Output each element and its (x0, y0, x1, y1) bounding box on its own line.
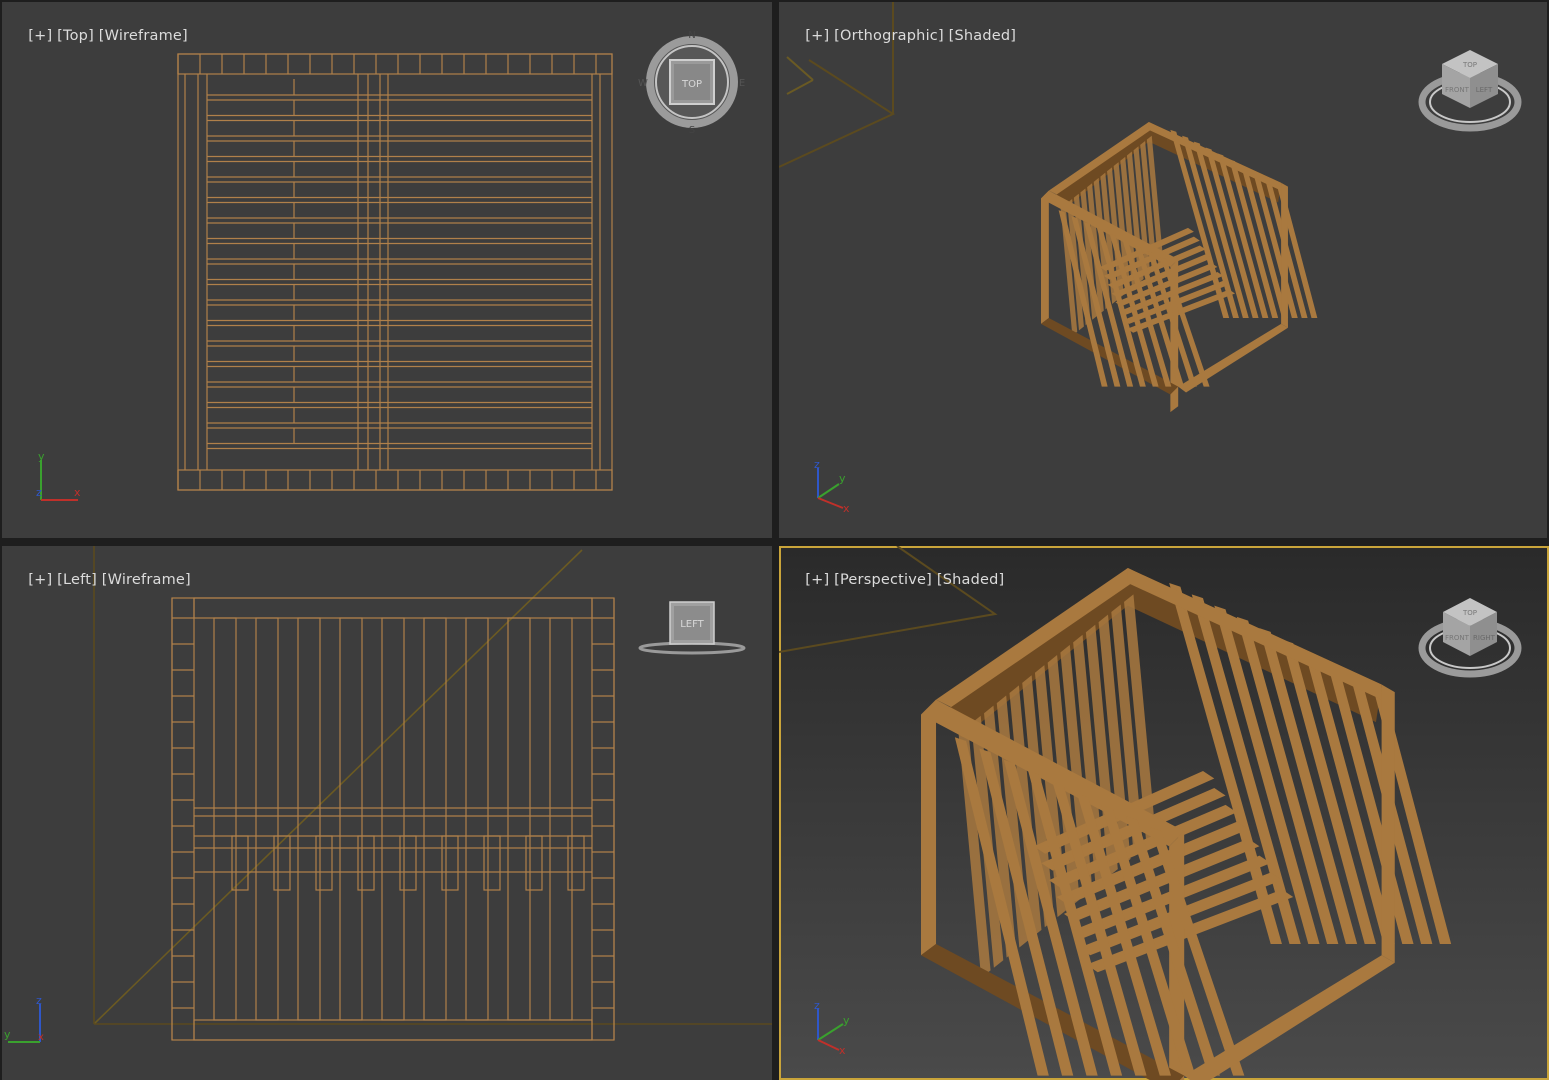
svg-text:FRONT: FRONT (1445, 634, 1470, 642)
svg-text:x: x (74, 486, 81, 499)
viewcube-icon[interactable]: TOP N S W E (634, 28, 754, 138)
svg-text:N: N (688, 30, 695, 41)
svg-text:z: z (814, 1000, 820, 1012)
svg-text:z: z (814, 458, 820, 471)
viewcube-icon[interactable]: TOP FRONT LEFT (1415, 42, 1525, 142)
view-type-button[interactable]: [Left] (57, 572, 97, 588)
svg-text:z: z (36, 486, 42, 499)
axis-tripod-icon: y z x (36, 450, 81, 501)
viewcube-face-label: LEFT (680, 619, 704, 630)
viewport-menu-button[interactable]: [+] (28, 28, 52, 44)
svg-text:x: x (843, 502, 850, 515)
svg-text:LEFT: LEFT (1476, 86, 1493, 94)
shading-mode-button[interactable]: [Shaded] (937, 572, 1005, 588)
viewport-perspective[interactable]: [+] [Perspective] [Shaded] TOP FRONT RIG… (779, 546, 1549, 1080)
axis-tripod-icon: z y x (814, 458, 850, 515)
viewport-label-left: [+] [Left] [Wireframe] (9, 556, 191, 604)
viewport-menu-button[interactable]: [+] (805, 28, 829, 44)
view-type-button[interactable]: [Perspective] (834, 572, 932, 588)
shading-mode-button[interactable]: [Wireframe] (102, 572, 191, 588)
shading-mode-button[interactable]: [Shaded] (949, 28, 1017, 44)
viewcube-icon[interactable]: TOP FRONT RIGHT (1415, 590, 1525, 690)
axis-tripod-icon: z y x (4, 994, 44, 1043)
svg-text:FRONT: FRONT (1445, 86, 1470, 94)
view-type-button[interactable]: [Top] (57, 28, 94, 44)
svg-text:TOP: TOP (1462, 609, 1477, 617)
svg-text:x: x (38, 1032, 44, 1043)
viewport-menu-button[interactable]: [+] (28, 572, 52, 588)
svg-text:E: E (739, 78, 745, 89)
svg-text:S: S (689, 125, 695, 136)
viewcube-face-label: TOP (681, 79, 702, 90)
viewcube-icon[interactable]: LEFT (634, 596, 754, 666)
viewport-label-perspective: [+] [Perspective] [Shaded] (786, 556, 1004, 604)
svg-text:y: y (38, 450, 45, 463)
viewport-orthographic[interactable]: [+] [Orthographic] [Shaded] TOP FRONT LE… (779, 2, 1547, 538)
view-type-button[interactable]: [Orthographic] (834, 28, 944, 44)
svg-text:y: y (4, 1028, 11, 1041)
axis-tripod-icon: z y x (814, 1000, 850, 1057)
svg-text:z: z (36, 994, 42, 1007)
svg-text:y: y (839, 472, 846, 485)
viewport-menu-button[interactable]: [+] (805, 572, 829, 588)
viewport-label-top: [+] [Top] [Wireframe] (9, 12, 188, 60)
svg-text:TOP: TOP (1462, 61, 1477, 69)
svg-text:y: y (843, 1014, 850, 1027)
chair-model[interactable] (1041, 122, 1318, 413)
svg-text:RIGHT: RIGHT (1473, 634, 1496, 642)
viewport-top[interactable]: [+] [Top] [Wireframe] TOP N S W E y z x (2, 2, 772, 538)
chair-model[interactable] (921, 568, 1452, 1080)
shading-mode-button[interactable]: [Wireframe] (99, 28, 188, 44)
viewport-label-orthographic: [+] [Orthographic] [Shaded] (786, 12, 1016, 60)
svg-text:W: W (638, 78, 648, 89)
svg-text:x: x (839, 1044, 846, 1057)
viewport-left[interactable]: [+] [Left] [Wireframe] LEFT z y x (2, 546, 772, 1080)
